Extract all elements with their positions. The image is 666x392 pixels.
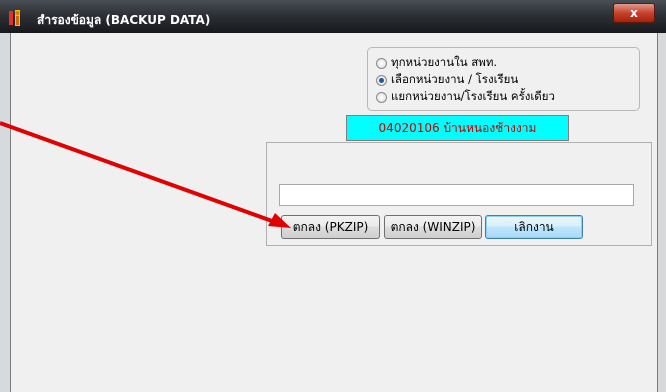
backup-window: สำรองข้อมูล (BACKUP DATA) x ทุกหน่วยงานใ… — [0, 0, 666, 392]
annotation-arrow-icon — [0, 121, 291, 228]
